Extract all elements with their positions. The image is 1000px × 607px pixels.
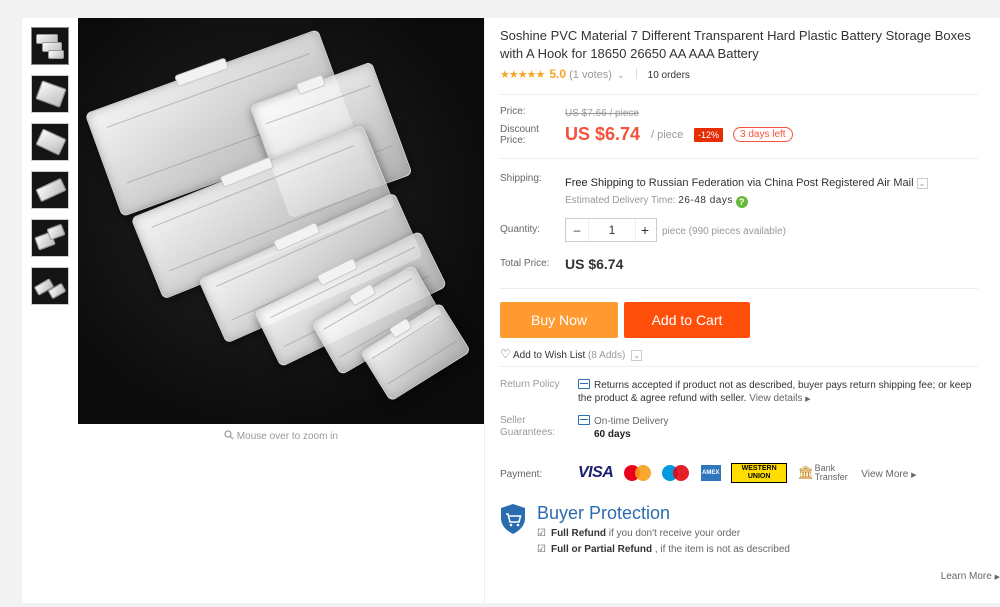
bank-icon: 🏛 (797, 465, 815, 480)
estimated-delivery: Estimated Delivery Time: 26-48 days ? (565, 195, 978, 208)
amex-logo-icon: AMEX (700, 465, 721, 481)
seller-guarantee-row: Seller Guarantees: On-time Delivery 60 d… (500, 415, 978, 449)
bank-transfer-logo: 🏛Bank Transfer (797, 463, 848, 482)
maestro-logo-icon (662, 465, 690, 481)
payment-row: Payment: VISA AMEX WESTERN UNION 🏛Bank Tr… (500, 463, 978, 487)
discount-price-label: Discount Price: (500, 124, 539, 146)
return-policy-icon (578, 379, 590, 389)
shipping-dropdown-icon[interactable]: ⌄ (916, 178, 928, 189)
increase-quantity-button[interactable]: + (634, 219, 656, 241)
thumbnail-5[interactable] (31, 219, 69, 257)
discount-badge: -12% (694, 128, 724, 142)
help-icon[interactable]: ? (735, 196, 748, 208)
full-refund-line: ☑ Full Refund if you don't receive your o… (537, 528, 741, 539)
product-card: Mouse over to zoom in Soshine PVC Materi… (22, 18, 1000, 603)
image-gallery: Mouse over to zoom in (22, 18, 485, 603)
zoom-hint: Mouse over to zoom in (78, 430, 484, 443)
price-label: Price: (500, 106, 526, 117)
view-more-payments-link[interactable]: View More ▶ (861, 469, 916, 480)
shipping-section: Shipping: Free Shipping to Russian Federa… (500, 158, 978, 274)
chevron-down-icon[interactable]: ⌄ (617, 70, 625, 80)
shipping-label: Shipping: (500, 173, 542, 184)
orders-count: 10 orders (647, 70, 690, 81)
seller-guarantees-label: Seller Guarantees: (500, 415, 556, 438)
quantity-input[interactable]: 1 (588, 219, 636, 241)
divider (635, 68, 637, 79)
product-title: Soshine PVC Material 7 Different Transpa… (500, 28, 971, 61)
western-union-logo-icon: WESTERN UNION (731, 463, 788, 483)
total-price-row: Total Price: US $6.74 (500, 254, 978, 274)
quantity-stepper: –1 + (565, 218, 657, 242)
main-product-image[interactable] (78, 18, 484, 424)
action-buttons: Buy Now Add to Cart ♡ Add to Wish List (8… (500, 288, 978, 361)
buy-now-button[interactable]: Buy Now (500, 302, 618, 338)
star-rating-icon: ★★★★★ (500, 69, 545, 81)
return-policy-label: Return Policy (500, 379, 560, 390)
thumbnail-3[interactable] (31, 123, 69, 161)
votes-link[interactable]: (1 votes) (569, 69, 612, 81)
learn-more-link[interactable]: Learn More ▶ (941, 571, 1000, 582)
mastercard-logo-icon (623, 465, 652, 481)
shipping-destination: to Russian Federation via China Post Reg… (636, 177, 914, 189)
wishlist-row[interactable]: ♡ Add to Wish List (8 Adds) ⌄ (500, 347, 978, 363)
policy-section: Return Policy Returns accepted if produc… (500, 366, 978, 563)
on-time-delivery-text: On-time Delivery (594, 416, 669, 427)
buyer-protection-title: Buyer Protection (537, 503, 671, 523)
visa-logo-icon: VISA (578, 464, 614, 481)
magnifier-icon (224, 430, 234, 443)
zoom-hint-text: Mouse over to zoom in (236, 431, 338, 442)
price-unit: / piece (651, 129, 684, 141)
discount-price: US $6.74 (565, 124, 641, 144)
rating-row: ★★★★★ 5.0 (1 votes) ⌄ 10 orders (500, 65, 978, 83)
heart-icon: ♡ (500, 347, 511, 361)
shield-cart-icon (501, 504, 525, 534)
wishlist-label: Add to Wish List (513, 350, 586, 361)
thumbnail-list (31, 27, 71, 315)
delivery-truck-icon (578, 415, 590, 425)
days-left-badge: 3 days left (733, 127, 793, 142)
shipping-method[interactable]: Free Shipping to Russian Federation via … (565, 177, 914, 189)
original-price: US $7.66 / piece (565, 108, 639, 119)
partial-refund-line: ☑ Full or Partial Refund , if the item is… (537, 544, 790, 555)
return-policy-row: Return Policy Returns accepted if produc… (500, 379, 978, 407)
wishlist-count: (8 Adds) (588, 350, 626, 361)
view-details-link[interactable]: View details ▶ (749, 393, 810, 404)
quantity-row: Quantity: –1 + piece (990 pieces available) (500, 218, 978, 242)
product-info: Soshine PVC Material 7 Different Transpa… (500, 18, 978, 563)
free-shipping-text: Free Shipping (565, 177, 634, 189)
est-delivery-label: Estimated Delivery Time: (565, 195, 676, 206)
quantity-label: Quantity: (500, 224, 541, 235)
total-price-label: Total Price: (500, 258, 550, 269)
price-section: Price: US $7.66 / piece Discount Price: U… (500, 94, 978, 150)
thumbnail-2[interactable] (31, 75, 69, 113)
est-delivery-value: 26-48 days (678, 195, 733, 206)
total-price-value: US $6.74 (565, 256, 624, 272)
thumbnail-1[interactable] (31, 27, 69, 65)
add-to-cart-button[interactable]: Add to Cart (624, 302, 750, 338)
payment-label: Payment: (500, 469, 543, 480)
rating-score: 5.0 (549, 67, 567, 81)
decrease-quantity-button[interactable]: – (566, 219, 588, 241)
payment-logos: VISA AMEX WESTERN UNION 🏛Bank Transfer Vi… (578, 463, 916, 487)
checkbox-icon: ☑ (537, 544, 546, 555)
buyer-protection: Buyer Protection ☑ Full Refund if you don… (500, 503, 978, 563)
thumbnail-6[interactable] (31, 267, 69, 305)
available-pieces: piece (990 pieces available) (662, 226, 786, 237)
checkbox-icon: ☑ (537, 528, 546, 539)
thumbnail-4[interactable] (31, 171, 69, 209)
guarantee-days: 60 days (594, 429, 631, 440)
wishlist-dropdown-icon[interactable]: ⌄ (631, 350, 643, 361)
